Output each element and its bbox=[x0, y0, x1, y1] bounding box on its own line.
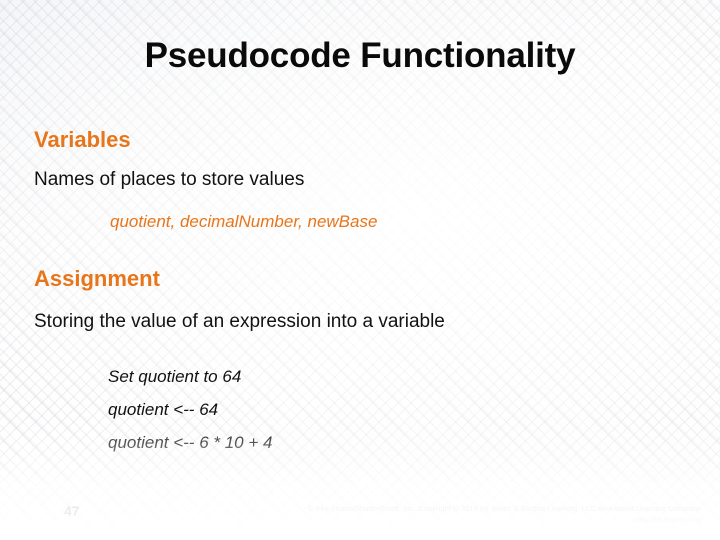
page-number: 47 bbox=[64, 503, 80, 519]
variables-example-list: quotient, decimalNumber, newBase bbox=[110, 212, 378, 231]
code-example-line: quotient <-- 6 * 10 + 4 bbox=[108, 433, 273, 452]
slide-canvas: Pseudocode Functionality Variables Names… bbox=[0, 0, 720, 540]
footer-url: www.jblearning.com bbox=[632, 515, 701, 524]
slide-content: Variables Names of places to store value… bbox=[34, 127, 684, 459]
code-example-line: Set quotient to 64 bbox=[108, 367, 242, 386]
code-example-line: quotient <-- 64 bbox=[108, 400, 219, 419]
footer-credit: © Eky Studio/ShutterStock, Inc. Copyrigh… bbox=[181, 503, 701, 525]
section-body-assignment: Storing the value of an expression into … bbox=[34, 311, 445, 332]
section-heading-assignment: Assignment bbox=[34, 266, 160, 291]
section-body-variables: Names of places to store values bbox=[34, 169, 305, 190]
page-title: Pseudocode Functionality bbox=[144, 36, 576, 75]
section-heading-variables: Variables bbox=[34, 127, 131, 152]
footer-credit-text: © Eky Studio/ShutterStock, Inc. Copyrigh… bbox=[308, 504, 701, 513]
assignment-example-list: Set quotient to 64 quotient <-- 64 quoti… bbox=[108, 360, 684, 459]
